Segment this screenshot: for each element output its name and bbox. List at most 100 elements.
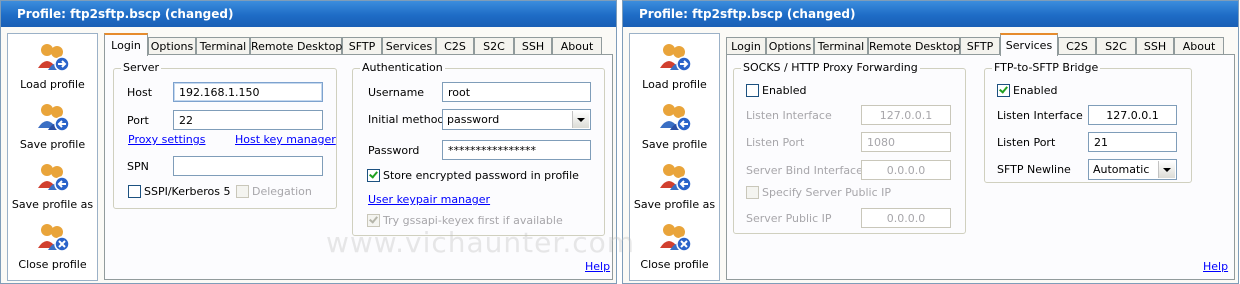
- tab-sftp[interactable]: SFTP: [960, 37, 1000, 55]
- proxy-settings-link[interactable]: Proxy settings: [128, 133, 206, 146]
- save-profile-as-label: Save profile as: [633, 198, 716, 211]
- ftp-enabled-checkbox[interactable]: [997, 84, 1010, 97]
- socks-enabled-checkbox[interactable]: [746, 84, 759, 97]
- tab-login[interactable]: Login: [726, 37, 766, 55]
- close-profile-icon: [38, 224, 70, 252]
- tab-s2c[interactable]: S2C: [474, 37, 514, 55]
- tab-remote-desktop[interactable]: Remote Desktop: [868, 37, 960, 55]
- save-profile-label: Save profile: [19, 138, 86, 151]
- socks-listen-interface-input[interactable]: 127.0.0.1: [861, 105, 951, 125]
- profile-sidebar: Load profile Save profile Save profile a…: [629, 33, 720, 281]
- save-profile-as-button[interactable]: Save profile as: [630, 158, 719, 216]
- delegation-checkbox[interactable]: [236, 185, 249, 198]
- tab-about[interactable]: About: [1174, 37, 1224, 55]
- socks-enabled-label: Enabled: [762, 84, 807, 97]
- checkmark-icon: [369, 169, 378, 179]
- load-profile-button[interactable]: Load profile: [630, 38, 719, 96]
- close-profile-label: Close profile: [18, 258, 87, 271]
- sspi-kerberos-checkbox[interactable]: [128, 185, 141, 198]
- checkmark-icon: [999, 84, 1008, 94]
- help-link[interactable]: Help: [1203, 260, 1228, 273]
- sftp-newline-label: SFTP Newline: [997, 163, 1071, 176]
- server-group: Server Host 192.168.1.150 Port 22 Proxy …: [113, 61, 337, 209]
- tab-c2s[interactable]: C2S: [1058, 37, 1096, 55]
- host-input[interactable]: 192.168.1.150: [173, 82, 323, 102]
- socks-listen-port-input[interactable]: 1080: [861, 132, 951, 152]
- ftp-sftp-bridge-group-title: FTP-to-SFTP Bridge: [992, 61, 1101, 74]
- window-title: Profile: ftp2sftp.bscp (changed): [1, 1, 616, 27]
- save-profile-icon: [660, 104, 692, 132]
- tab-remote-desktop[interactable]: Remote Desktop: [250, 37, 342, 55]
- tab-terminal[interactable]: Terminal: [814, 37, 868, 55]
- tab-terminal[interactable]: Terminal: [196, 37, 250, 55]
- initial-method-value: password: [447, 113, 500, 126]
- server-bind-interface-label: Server Bind Interface: [746, 164, 863, 177]
- server-bind-interface-input[interactable]: 0.0.0.0: [861, 160, 951, 180]
- server-group-title: Server: [121, 61, 162, 74]
- specify-public-ip-checkbox[interactable]: [746, 186, 759, 199]
- ftp-listen-port-label: Listen Port: [997, 136, 1056, 149]
- close-profile-label: Close profile: [640, 258, 709, 271]
- tab-s2c[interactable]: S2C: [1096, 37, 1136, 55]
- port-label: Port: [127, 114, 149, 127]
- tab-ssh[interactable]: SSH: [1136, 37, 1174, 55]
- sftp-newline-value: Automatic: [1093, 163, 1150, 176]
- tab-ssh[interactable]: SSH: [514, 37, 552, 55]
- store-password-label: Store encrypted password in profile: [383, 169, 579, 182]
- save-profile-as-icon: [660, 164, 692, 192]
- tab-c2s[interactable]: C2S: [436, 37, 474, 55]
- load-profile-icon: [660, 44, 692, 72]
- tab-about[interactable]: About: [552, 37, 602, 55]
- profile-window-login: Profile: ftp2sftp.bscp (changed) Load pr…: [0, 0, 617, 284]
- initial-method-label: Initial method: [368, 113, 445, 126]
- ftp-listen-interface-label: Listen Interface: [997, 109, 1083, 122]
- help-link[interactable]: Help: [585, 260, 610, 273]
- save-profile-as-label: Save profile as: [11, 198, 94, 211]
- load-profile-icon: [38, 44, 70, 72]
- store-password-checkbox[interactable]: [367, 169, 380, 182]
- services-tab-page: SOCKS / HTTP Proxy Forwarding Enabled Li…: [726, 54, 1235, 280]
- tab-options[interactable]: Options: [148, 37, 196, 55]
- port-input[interactable]: 22: [173, 110, 323, 130]
- delegation-label: Delegation: [252, 185, 312, 198]
- ftp-listen-port-input[interactable]: 21: [1088, 132, 1177, 152]
- server-public-ip-input[interactable]: 0.0.0.0: [861, 208, 951, 228]
- load-profile-button[interactable]: Load profile: [8, 38, 97, 96]
- profile-window-services: Profile: ftp2sftp.bscp (changed) Load pr…: [622, 0, 1239, 284]
- save-profile-as-icon: [38, 164, 70, 192]
- close-profile-button[interactable]: Close profile: [8, 218, 97, 276]
- host-label: Host: [127, 86, 153, 99]
- initial-method-select[interactable]: password: [442, 109, 591, 130]
- username-input[interactable]: root: [442, 82, 591, 102]
- load-profile-label: Load profile: [20, 78, 85, 91]
- sftp-newline-select[interactable]: Automatic: [1088, 159, 1177, 180]
- save-profile-button[interactable]: Save profile: [8, 98, 97, 156]
- tab-sftp[interactable]: SFTP: [342, 37, 382, 55]
- gssapi-keyex-checkbox[interactable]: [367, 214, 380, 227]
- save-profile-label: Save profile: [641, 138, 708, 151]
- login-tab-page: Server Host 192.168.1.150 Port 22 Proxy …: [104, 54, 613, 280]
- spn-label: SPN: [127, 160, 149, 173]
- socks-listen-interface-label: Listen Interface: [746, 109, 832, 122]
- user-keypair-manager-link[interactable]: User keypair manager: [368, 193, 490, 206]
- ftp-listen-interface-input[interactable]: 127.0.0.1: [1088, 105, 1177, 125]
- tab-services[interactable]: Services: [1000, 33, 1058, 56]
- tab-services[interactable]: Services: [382, 37, 436, 55]
- checkmark-icon: [369, 214, 378, 224]
- close-profile-button[interactable]: Close profile: [630, 218, 719, 276]
- server-public-ip-label: Server Public IP: [746, 212, 832, 225]
- socks-listen-port-label: Listen Port: [746, 136, 805, 149]
- tab-options[interactable]: Options: [766, 37, 814, 55]
- save-profile-button[interactable]: Save profile: [630, 98, 719, 156]
- spn-input[interactable]: [173, 156, 323, 176]
- specify-public-ip-label: Specify Server Public IP: [762, 186, 892, 199]
- username-label: Username: [368, 86, 425, 99]
- host-key-manager-link[interactable]: Host key manager: [235, 133, 336, 146]
- tab-login[interactable]: Login: [104, 33, 148, 56]
- password-label: Password: [368, 144, 420, 157]
- ftp-sftp-bridge-group: FTP-to-SFTP Bridge Enabled Listen Interf…: [984, 61, 1192, 183]
- save-profile-as-button[interactable]: Save profile as: [8, 158, 97, 216]
- socks-proxy-group-title: SOCKS / HTTP Proxy Forwarding: [741, 61, 920, 74]
- password-input[interactable]: ****************: [442, 140, 591, 160]
- authentication-group: Authentication Username root Initial met…: [352, 61, 605, 236]
